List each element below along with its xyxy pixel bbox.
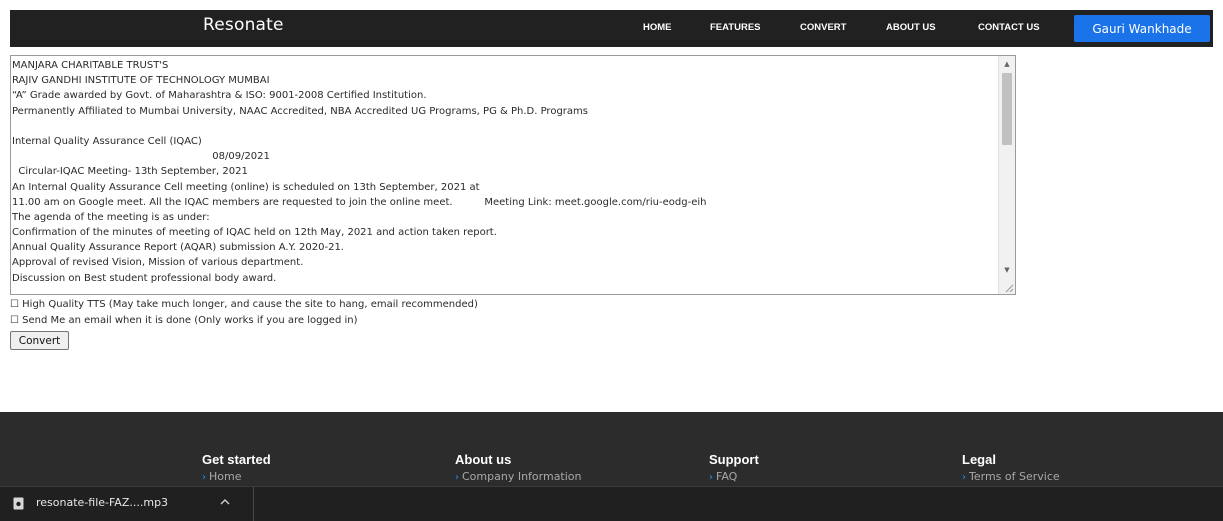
footer-link-faq[interactable]: › FAQ	[709, 470, 759, 483]
top-gap	[0, 0, 1223, 10]
doc-line: The agenda of the meeting is as under:	[12, 211, 210, 223]
footer-column-about-us: About us › Company Information	[455, 452, 582, 483]
nav-about-us[interactable]: ABOUT US	[886, 22, 936, 33]
doc-line: An Internal Quality Assurance Cell meeti…	[12, 181, 480, 193]
footer-link-home[interactable]: › Home	[202, 470, 271, 483]
footer-link-company-information[interactable]: › Company Information	[455, 470, 582, 483]
doc-line: Internal Quality Assurance Cell (IQAC)	[12, 135, 202, 147]
download-file-name: resonate-file-FAZ....mp3	[36, 496, 169, 509]
audio-file-icon	[13, 497, 24, 510]
document-textarea[interactable]: MANJARA CHARITABLE TRUST'S RAJIV GANDHI …	[10, 55, 1016, 295]
doc-line: Annual Quality Assurance Report (AQAR) s…	[12, 242, 344, 254]
scroll-up-arrow-icon[interactable]: ▲	[999, 57, 1015, 71]
doc-line: Confirmation of the minutes of meeting o…	[12, 227, 497, 239]
doc-line: MANJARA CHARITABLE TRUST'S	[12, 60, 169, 71]
high-quality-tts-option[interactable]: ☐ High Quality TTS (May take much longer…	[10, 299, 478, 310]
doc-line: “A” Grade awarded by Govt. of Maharashtr…	[12, 90, 427, 102]
scrollbar-thumb[interactable]	[1002, 73, 1012, 145]
footer-column-legal: Legal › Terms of Service	[962, 452, 1060, 483]
doc-line: Discussion on Best student professional …	[12, 272, 277, 284]
convert-button[interactable]: Convert	[10, 331, 69, 350]
chevron-right-icon: ›	[455, 472, 459, 483]
footer-heading: Get started	[202, 452, 271, 467]
doc-line: 08/09/2021	[12, 151, 270, 163]
textarea-scrollbar[interactable]: ▲ ▼	[998, 56, 1015, 294]
footer-link-terms-of-service[interactable]: › Terms of Service	[962, 470, 1060, 483]
nav-features[interactable]: FEATURES	[710, 22, 761, 33]
footer-heading: About us	[455, 452, 512, 467]
chevron-right-icon: ›	[709, 472, 713, 483]
checkbox-icon[interactable]: ☐	[10, 299, 19, 310]
footer-heading: Support	[709, 452, 759, 467]
scroll-down-arrow-icon[interactable]: ▼	[999, 263, 1015, 277]
footer-column-get-started: Get started › Home	[202, 452, 271, 483]
chevron-up-icon[interactable]	[219, 497, 231, 507]
footer-heading: Legal	[962, 452, 996, 467]
email-notify-label: Send Me an email when it is done (Only w…	[22, 315, 358, 326]
high-quality-tts-label: High Quality TTS (May take much longer, …	[22, 299, 478, 310]
doc-line: 11.00 am on Google meet. All the IQAC me…	[12, 196, 707, 208]
chevron-right-icon: ›	[202, 472, 206, 483]
doc-line: Approval of revised Vision, Mission of v…	[12, 257, 304, 269]
doc-line: Circular-IQAC Meeting- 13th September, 2…	[12, 166, 248, 178]
chevron-right-icon: ›	[962, 472, 966, 483]
user-account-button[interactable]: Gauri Wankhade	[1074, 15, 1210, 42]
nav-home[interactable]: HOME	[643, 22, 672, 33]
footer: Get started › Home About us › Company Info…	[0, 412, 1223, 486]
nav-contact-us[interactable]: CONTACT US	[978, 22, 1040, 33]
download-bar: resonate-file-FAZ....mp3	[0, 486, 1223, 521]
doc-line: Permanently Affiliated to Mumbai Univers…	[12, 105, 588, 117]
doc-line: RAJIV GANDHI INSTITUTE OF TECHNOLOGY MUM…	[12, 75, 270, 87]
resize-handle-icon[interactable]	[1004, 283, 1014, 293]
footer-column-support: Support › FAQ	[709, 452, 759, 483]
checkbox-icon[interactable]: ☐	[10, 315, 19, 326]
email-notify-option[interactable]: ☐ Send Me an email when it is done (Only…	[10, 315, 358, 326]
nav-convert[interactable]: CONVERT	[800, 22, 846, 33]
doc-line	[12, 119, 998, 134]
brand-logo[interactable]: Resonate	[203, 15, 284, 35]
document-text[interactable]: MANJARA CHARITABLE TRUST'S RAJIV GANDHI …	[11, 56, 998, 294]
navbar: Resonate HOME FEATURES CONVERT ABOUT US …	[10, 10, 1213, 47]
download-item[interactable]: resonate-file-FAZ....mp3	[0, 487, 254, 521]
